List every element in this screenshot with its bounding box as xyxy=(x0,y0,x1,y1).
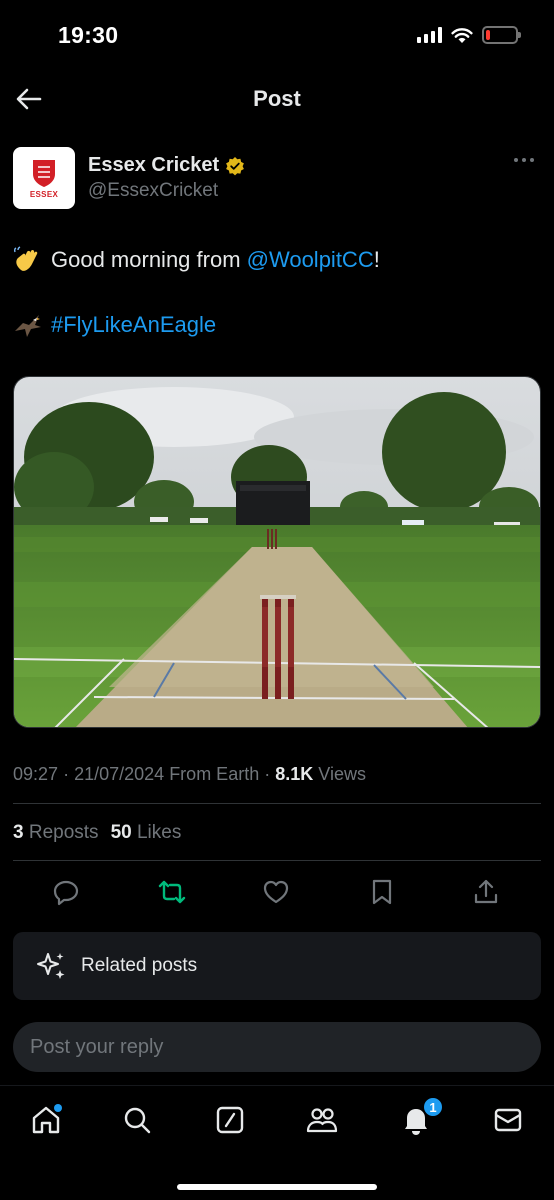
page-title: Post xyxy=(253,86,301,111)
repost-icon xyxy=(158,880,186,904)
like-button[interactable] xyxy=(256,872,296,912)
avatar-text: ESSEX xyxy=(29,189,59,199)
views-label[interactable]: Views xyxy=(318,764,366,784)
meta-separator: · xyxy=(63,764,70,784)
verified-badge-icon xyxy=(226,156,245,175)
divider xyxy=(13,860,541,861)
reply-button[interactable] xyxy=(46,872,86,912)
share-button[interactable] xyxy=(466,872,506,912)
cellular-signal-icon xyxy=(417,27,442,43)
tweet-image[interactable] xyxy=(13,376,541,728)
bottom-navigation: 1 xyxy=(0,1085,554,1200)
wifi-icon xyxy=(451,27,473,43)
reply-input[interactable]: Post your reply xyxy=(13,1022,541,1072)
avatar[interactable]: ESSEX xyxy=(13,147,75,209)
reposts-count: 3 xyxy=(13,822,24,843)
communities-icon xyxy=(306,1108,338,1133)
reply-placeholder: Post your reply xyxy=(30,1035,164,1058)
post-date: 21/07/2024 xyxy=(74,764,165,784)
top-header: Post xyxy=(0,70,554,130)
sparkle-icon xyxy=(37,953,65,979)
post-source: From Earth xyxy=(169,764,260,784)
battery-icon xyxy=(482,26,521,44)
messages-icon xyxy=(494,1108,522,1132)
eagle-emoji xyxy=(15,315,41,337)
status-icons xyxy=(417,26,521,44)
tweet-text-prefix: Good morning from xyxy=(51,247,247,272)
tweet-text-line-2: #FlyLikeAnEagle xyxy=(13,311,216,339)
reply-icon xyxy=(53,880,79,906)
grok-icon xyxy=(216,1106,244,1134)
bookmark-button[interactable] xyxy=(362,872,402,912)
reposts-label: Reposts xyxy=(28,822,99,843)
author-name[interactable]: Essex Cricket xyxy=(88,154,219,177)
views-count[interactable]: 8.1K xyxy=(275,764,313,784)
notifications-badge: 1 xyxy=(422,1096,444,1118)
share-icon xyxy=(474,879,498,904)
meta-separator-2: · xyxy=(264,764,271,784)
mention-link[interactable]: @WoolpitCC xyxy=(247,247,374,273)
likes-count: 50 xyxy=(110,822,132,843)
like-icon xyxy=(263,880,289,904)
likes-stat[interactable]: 50 Likes xyxy=(111,822,182,844)
related-posts-button[interactable]: Related posts xyxy=(13,932,541,1000)
repost-button[interactable] xyxy=(152,872,192,912)
divider xyxy=(13,803,541,804)
more-options-button[interactable] xyxy=(514,158,534,162)
tweet-text-line-1: Good morning from @WoolpitCC ! xyxy=(13,246,380,274)
likes-label: Likes xyxy=(136,822,182,843)
battery-level xyxy=(486,30,490,40)
search-icon xyxy=(124,1107,151,1134)
nav-home[interactable] xyxy=(26,1100,66,1140)
nav-communities[interactable] xyxy=(302,1100,342,1140)
nav-search[interactable] xyxy=(117,1100,157,1140)
cricket-pitch-photo xyxy=(14,377,540,727)
reposts-stat[interactable]: 3 Reposts xyxy=(13,822,99,844)
post-stats: 3 Reposts 50 Likes xyxy=(13,822,181,844)
nav-grok[interactable] xyxy=(210,1100,250,1140)
nav-messages[interactable] xyxy=(488,1100,528,1140)
nav-notifications[interactable]: 1 xyxy=(396,1096,444,1140)
hashtag-link[interactable]: #FlyLikeAnEagle xyxy=(51,312,216,338)
author-name-row[interactable]: Essex Cricket xyxy=(88,154,245,177)
home-indicator xyxy=(177,1184,377,1190)
tweet-text-suffix: ! xyxy=(373,247,380,272)
author-handle[interactable]: @EssexCricket xyxy=(88,180,218,202)
bookmark-icon xyxy=(372,879,392,905)
waving-hand-emoji xyxy=(13,246,38,271)
related-posts-label: Related posts xyxy=(81,955,198,976)
status-time: 19:30 xyxy=(58,22,119,48)
post-time: 09:27 xyxy=(13,764,59,784)
post-meta: 09:27 · 21/07/2024 From Earth · 8.1K Vie… xyxy=(13,764,366,785)
action-bar xyxy=(0,872,554,912)
essex-shield-logo xyxy=(33,159,55,187)
status-bar: 19:30 xyxy=(0,0,554,70)
home-unread-dot xyxy=(54,1104,62,1112)
